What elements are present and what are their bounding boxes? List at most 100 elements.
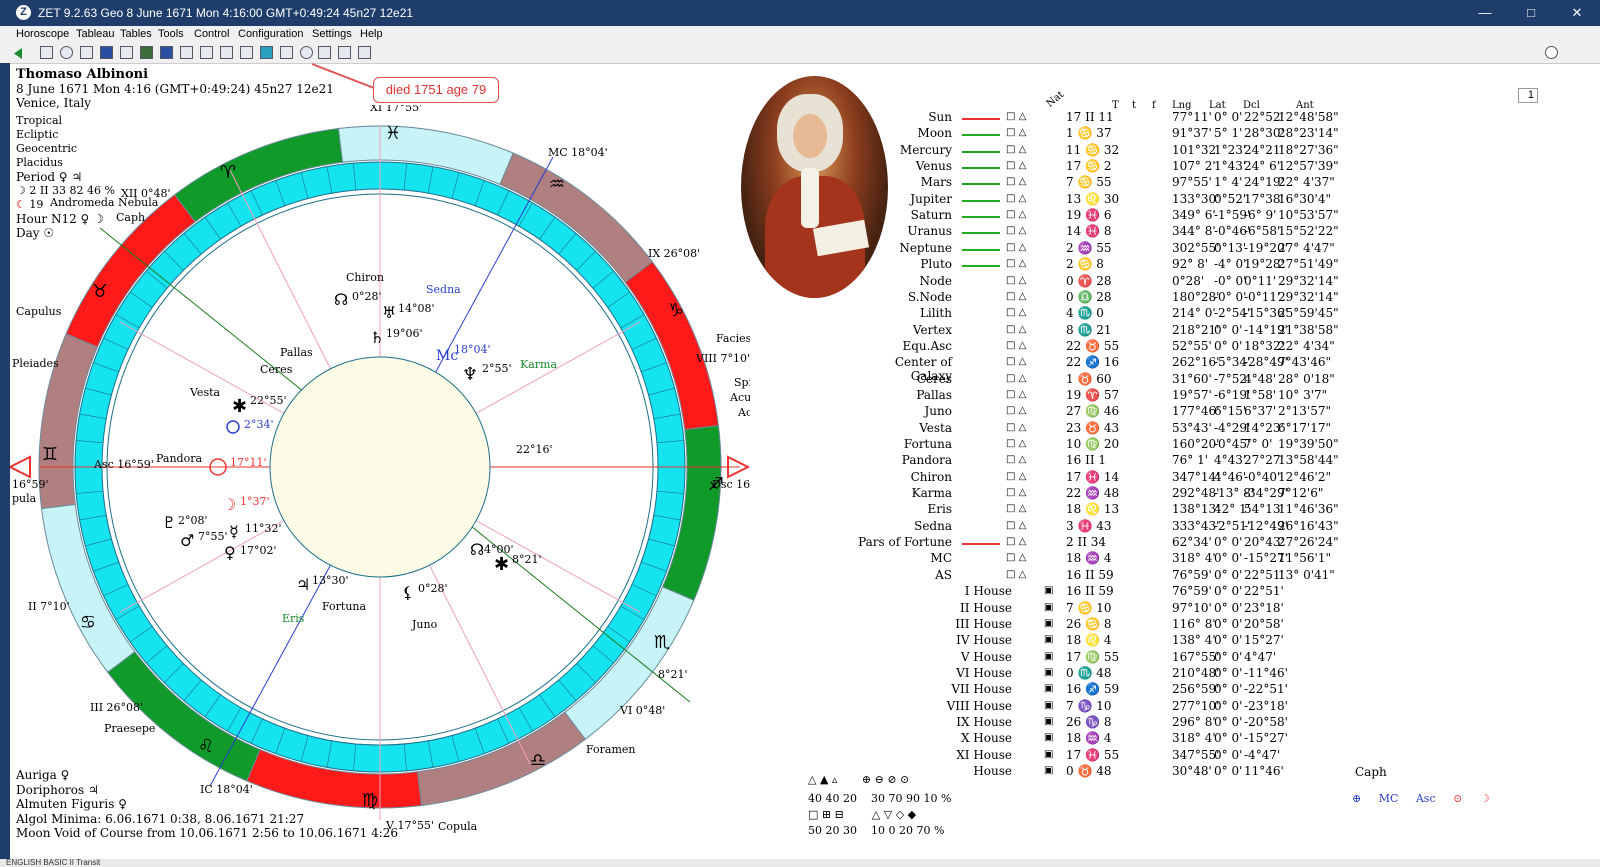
house-name[interactable]: IX House — [912, 715, 1012, 729]
leo-icon: ♌ — [198, 736, 214, 757]
row-name[interactable]: Eris — [852, 502, 953, 516]
menu-horoscope[interactable]: Horoscope — [16, 28, 69, 40]
row-name[interactable]: Mercury — [852, 143, 952, 157]
row-name[interactable]: Jupiter — [852, 192, 952, 206]
row-name[interactable]: Sedna — [852, 519, 952, 533]
row-name[interactable]: Vertex — [852, 323, 952, 337]
wheel-icon[interactable] — [80, 46, 93, 59]
menu-help[interactable]: Help — [360, 28, 383, 40]
row-name[interactable]: Pandora — [852, 453, 952, 467]
row-name[interactable]: Juno — [852, 404, 953, 418]
row-name[interactable]: Node — [852, 274, 952, 288]
house-name[interactable]: VI House — [912, 666, 1012, 680]
menu-tableau[interactable]: Tableau — [76, 28, 115, 40]
row-name[interactable]: Pluto — [852, 257, 952, 271]
row-name[interactable]: Lilith — [852, 306, 952, 320]
menu-settings[interactable]: Settings — [312, 28, 352, 40]
antiscion: 22° 4'37" — [1278, 175, 1335, 190]
app-icon[interactable]: Z — [16, 5, 31, 20]
natal-wheel[interactable]: XI 17°55' XII 0°48' IX 26°08' VIII 7°10'… — [10, 105, 750, 845]
cusp-vi: VI 0°48' — [619, 704, 665, 717]
row-name[interactable]: Pallas — [852, 388, 952, 402]
close-button[interactable]: ✕ — [1554, 0, 1600, 26]
check-icon[interactable] — [180, 46, 193, 59]
house-name[interactable]: XI House — [912, 748, 1012, 762]
house-declination: 11°46' — [1244, 764, 1284, 778]
position: 16 II 59 — [1066, 567, 1114, 582]
longitude: 31°60' — [1172, 371, 1212, 386]
strength-bar — [962, 134, 1000, 137]
maximize-button[interactable]: □ — [1508, 0, 1554, 26]
house-position: 26 ♑ 8 — [1066, 714, 1112, 729]
house-declination: 20°58' — [1244, 616, 1284, 631]
callout-pointer — [311, 63, 375, 89]
table-icon[interactable] — [40, 46, 53, 59]
page-spinner[interactable]: 1 — [1518, 88, 1538, 103]
house-latitude: 0° 0' — [1214, 714, 1243, 729]
house-name[interactable]: X House — [912, 731, 1012, 745]
latitude: 1° 4' — [1214, 175, 1243, 190]
house-name[interactable]: VIII House — [912, 699, 1012, 713]
house-name[interactable]: House — [912, 764, 1012, 778]
row-name[interactable]: MC — [852, 551, 952, 565]
calendar-icon[interactable] — [260, 46, 273, 59]
house-latitude: 0° 0' — [1214, 600, 1243, 615]
print-icon[interactable] — [200, 46, 213, 59]
longitude: 77°11' — [1172, 110, 1212, 124]
menu-tools[interactable]: Tools — [158, 28, 184, 40]
birth-date: 8 June 1671 Mon 4:16 (GMT+0:49:24) 45n27… — [16, 82, 334, 96]
longitude: 262°16' — [1172, 355, 1220, 370]
row-name[interactable]: Moon — [852, 126, 952, 140]
house-name[interactable]: VII House — [912, 682, 1012, 696]
graph-icon[interactable] — [240, 46, 253, 59]
user-icon[interactable] — [358, 46, 371, 59]
position: 17 ♓ 14 — [1066, 469, 1120, 484]
grid-icon[interactable] — [140, 46, 153, 59]
row-name[interactable]: Ceres — [852, 372, 952, 386]
house-name[interactable]: V House — [912, 650, 1012, 664]
antiscion: 7°43'46" — [1278, 355, 1331, 370]
row-name[interactable]: Equ.Asc — [852, 339, 952, 353]
globe-icon[interactable] — [60, 46, 73, 59]
longitude: 52°55' — [1172, 338, 1212, 353]
row-name[interactable]: Mars — [852, 175, 952, 189]
vesta-icon: ✱ — [232, 396, 247, 417]
juno-label: Juno — [411, 618, 438, 631]
tools-icon[interactable] — [318, 46, 331, 59]
options-icon[interactable] — [1545, 46, 1558, 59]
row-name[interactable]: AS — [852, 568, 952, 582]
house-name[interactable]: II House — [912, 601, 1012, 615]
map-icon[interactable] — [100, 46, 113, 59]
row-name[interactable]: Uranus — [852, 224, 952, 238]
note-icon[interactable] — [280, 46, 293, 59]
strength-bar — [962, 248, 1000, 251]
aspect-icons: □ △ — [1006, 388, 1027, 400]
minimize-button[interactable]: — — [1462, 0, 1508, 26]
longitude: 138°13' — [1172, 502, 1220, 517]
chart-icon[interactable] — [120, 46, 133, 59]
row-name[interactable]: Fortuna — [852, 437, 952, 451]
menu-control[interactable]: Control — [194, 28, 229, 40]
aspect-icons: □ △ — [1006, 405, 1027, 417]
row-name[interactable]: S.Node — [852, 290, 952, 304]
row-name[interactable]: Venus — [852, 159, 952, 173]
row-name[interactable]: Sun — [852, 110, 952, 124]
declination: 0°11' — [1244, 273, 1277, 288]
row-name[interactable]: Vesta — [852, 421, 952, 435]
house-name[interactable]: IV House — [912, 633, 1012, 647]
house-name[interactable]: III House — [912, 617, 1012, 631]
row-name[interactable]: Saturn — [852, 208, 952, 222]
star-map-icon[interactable] — [160, 46, 173, 59]
row-name[interactable]: Chiron — [852, 470, 952, 484]
row-name[interactable]: Neptune — [852, 241, 952, 255]
row-name[interactable]: Pars of Fortune — [852, 535, 952, 549]
antiscion: 27°51'49" — [1278, 257, 1339, 272]
page-icon[interactable] — [220, 46, 233, 59]
compass-icon[interactable] — [300, 46, 313, 59]
menu-configuration[interactable]: Configuration — [238, 28, 303, 40]
menu-tables[interactable]: Tables — [120, 28, 152, 40]
house-name[interactable]: I House — [912, 584, 1012, 598]
back-arrow-icon[interactable] — [12, 47, 24, 60]
row-name[interactable]: Karma — [852, 486, 952, 500]
people-icon[interactable] — [338, 46, 351, 59]
